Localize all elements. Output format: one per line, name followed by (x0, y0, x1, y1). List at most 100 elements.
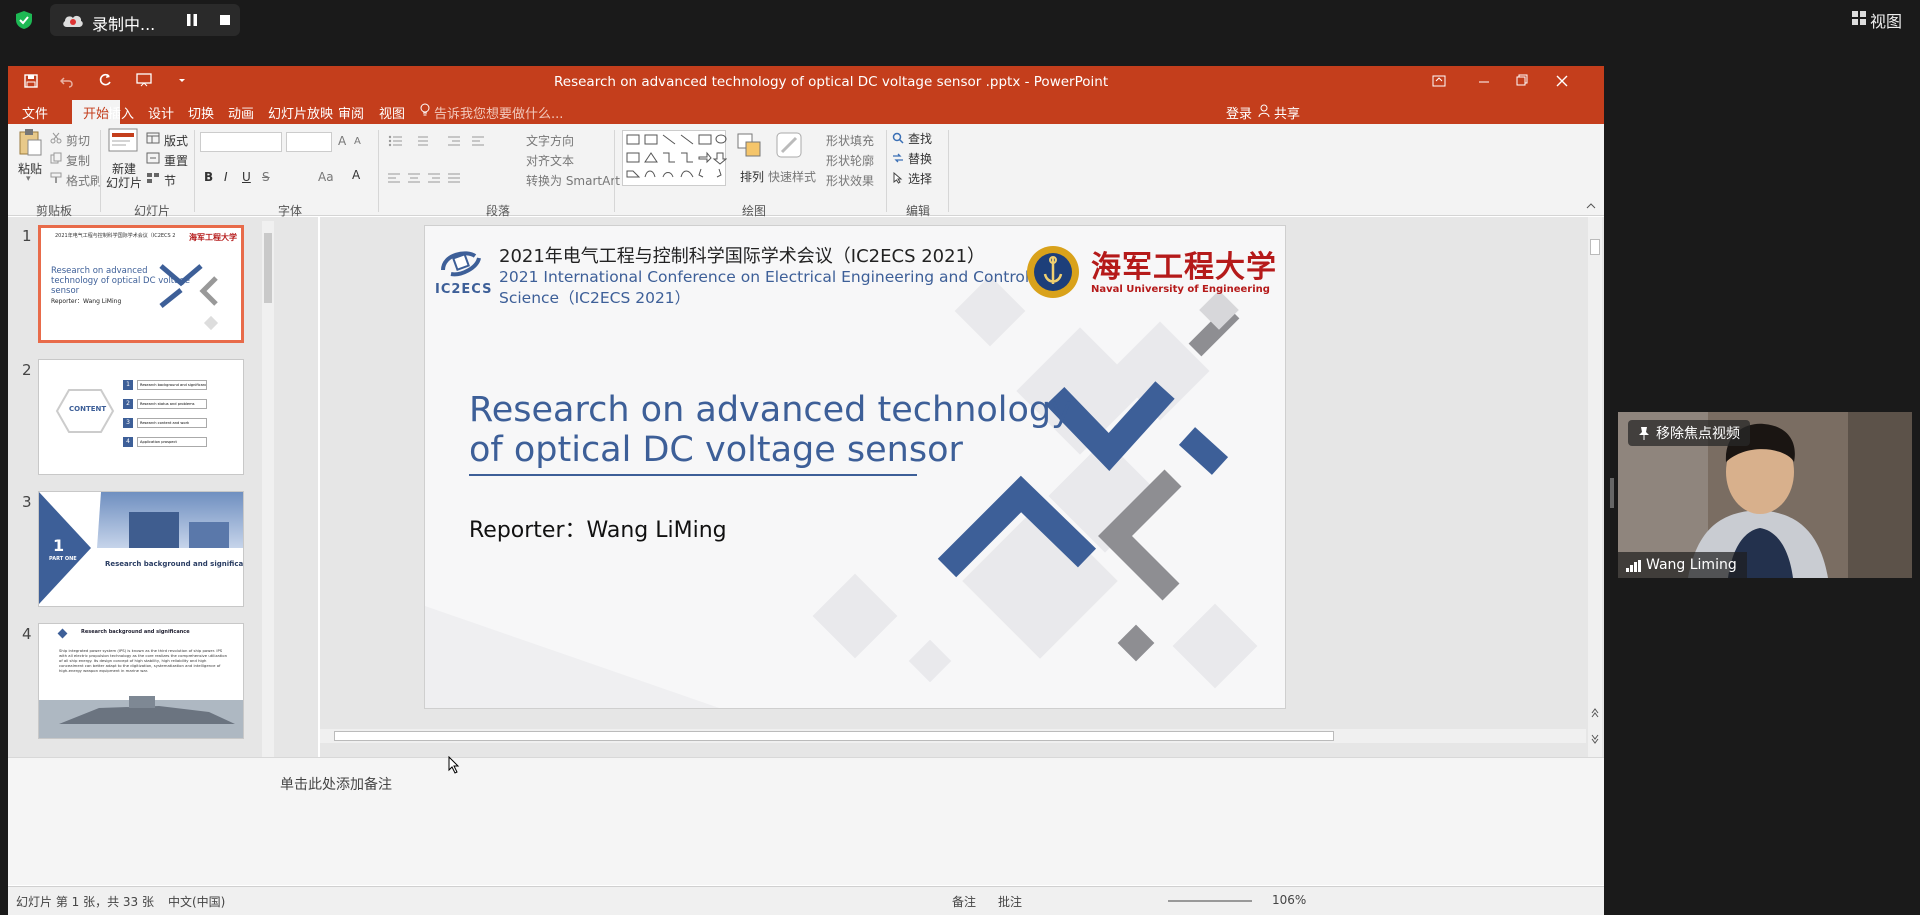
change-case-button[interactable]: Aa (318, 170, 334, 184)
recording-label: 录制中... (92, 15, 156, 34)
paste-icon[interactable] (18, 128, 42, 156)
collapse-ribbon-icon[interactable] (1586, 202, 1596, 210)
grow-font-button[interactable]: A (338, 134, 346, 148)
language-status[interactable]: 中文(中国) (168, 893, 225, 910)
login-link[interactable]: 登录 (1226, 103, 1252, 122)
list-buttons-icon[interactable] (388, 134, 508, 148)
font-color-button[interactable]: A (352, 168, 360, 182)
stop-recording-icon[interactable] (218, 13, 232, 27)
thumbnail-slide-1[interactable]: 2021年电气工程与控制科学国际学术会议（IC2ECS 2021） 海军工程大学… (38, 225, 244, 343)
text-direction-button[interactable]: 文字方向 (526, 132, 574, 149)
shape-effects-button[interactable]: 形状效果 (826, 172, 874, 189)
layout-button[interactable]: 版式 (164, 132, 188, 149)
resize-grip[interactable] (1610, 478, 1614, 508)
tab-insert[interactable]: 插入 (108, 103, 134, 122)
strikethrough-button[interactable]: S (262, 170, 270, 184)
thumbnail-slide-3[interactable]: 1 PART ONE Research background and signi… (38, 491, 244, 607)
find-button[interactable]: 查找 (908, 130, 932, 147)
thumb-number-3: 3 (22, 493, 32, 511)
thumb-number-1: 1 (22, 227, 32, 245)
close-icon[interactable] (1556, 75, 1568, 87)
shrink-font-button[interactable]: A (354, 136, 361, 147)
tab-review[interactable]: 审阅 (338, 103, 364, 122)
thumbnail-slide-4[interactable]: Research background and significance Shi… (38, 623, 244, 739)
shape-outline-button[interactable]: 形状轮廓 (826, 152, 874, 169)
thumbnail-slide-2[interactable]: CONTENT 1 Research background and signifi… (38, 359, 244, 475)
font-name-box[interactable] (200, 132, 282, 152)
horizontal-scroll-thumb[interactable] (334, 731, 1334, 741)
new-slide-icon[interactable] (108, 128, 138, 154)
tab-slideshow[interactable]: 幻灯片放映 (268, 103, 333, 122)
ribbon-display-options-icon[interactable] (1432, 75, 1446, 87)
slide-horizontal-scrollbar[interactable] (320, 729, 1586, 743)
align-text-button[interactable]: 对齐文本 (526, 152, 574, 169)
quick-styles-button[interactable]: 快速样式 (768, 168, 816, 185)
title-underline (469, 474, 917, 476)
vertical-scroll-thumb[interactable] (1590, 239, 1600, 255)
ic2ecs-logo-icon (441, 251, 481, 277)
shape-fill-button[interactable]: 形状填充 (826, 132, 874, 149)
tab-view[interactable]: 视图 (379, 103, 405, 122)
undo-icon[interactable] (60, 74, 74, 88)
italic-button[interactable]: I (224, 170, 228, 184)
title-bar: Research on advanced technology of optic… (8, 66, 1604, 98)
tell-me-search[interactable]: 告诉我您想要做什么... (434, 103, 563, 122)
select-button[interactable]: 选择 (908, 170, 932, 187)
tab-design[interactable]: 设计 (148, 103, 174, 122)
copy-button[interactable]: 复制 (66, 152, 90, 169)
convert-smartart-button[interactable]: 转换为 SmartArt (526, 172, 620, 189)
section-button[interactable]: 节 (164, 172, 176, 189)
save-icon[interactable] (24, 74, 38, 88)
pause-recording-icon[interactable] (185, 13, 199, 27)
cut-button[interactable]: 剪切 (66, 132, 90, 149)
agenda-item-4: 4 Application prospect (123, 437, 227, 456)
restore-icon[interactable] (1516, 74, 1528, 86)
font-size-box[interactable] (286, 132, 332, 152)
new-slide-label-2[interactable]: 幻灯片 (106, 174, 142, 191)
zoom-slider[interactable] (1168, 900, 1252, 902)
share-button[interactable]: 共享 (1274, 103, 1300, 122)
ribbon: 粘贴 ▾ 剪切 复制 格式刷 剪贴板 新建 幻灯片 版式 重置 节 幻灯片 A … (8, 124, 1604, 218)
notes-placeholder[interactable]: 单击此处添加备注 (280, 774, 392, 794)
tab-transitions[interactable]: 切换 (188, 103, 214, 122)
current-slide[interactable]: IC2ECS 2021年电气工程与控制科学国际学术会议（IC2ECS 2021）… (424, 225, 1286, 709)
remove-focus-video-button[interactable]: 移除焦点视频 (1628, 420, 1750, 446)
participant-video[interactable]: 移除焦点视频 Wang Liming (1618, 412, 1912, 578)
prev-next-slide-icon[interactable] (1591, 707, 1599, 747)
thumb-2-content-badge: CONTENT (69, 405, 107, 413)
comments-toggle[interactable]: 批注 (998, 893, 1022, 910)
participant-name: Wang Liming (1646, 557, 1737, 573)
zoom-level[interactable]: 106% (1272, 893, 1306, 907)
grid-view-icon (1852, 11, 1866, 25)
customize-qat-icon[interactable] (178, 76, 186, 84)
quick-styles-icon[interactable] (774, 130, 804, 160)
view-button[interactable]: 视图 (1870, 8, 1902, 32)
mouse-cursor-icon (448, 756, 460, 774)
format-painter-button[interactable]: 格式刷 (66, 172, 102, 189)
minimize-icon[interactable] (1478, 76, 1490, 88)
find-icon (892, 132, 904, 144)
underline-button[interactable]: U (242, 170, 251, 184)
tab-animations[interactable]: 动画 (228, 103, 254, 122)
notes-pane[interactable]: 单击此处添加备注 (8, 757, 1604, 885)
thumbnail-scroll-thumb[interactable] (264, 233, 272, 303)
replace-button[interactable]: 替换 (908, 150, 932, 167)
slide-title-line-2: of optical DC voltage sensor (469, 430, 963, 470)
shapes-gallery[interactable] (622, 130, 728, 186)
slide-count-status: 幻灯片 第 1 张，共 33 张 (16, 895, 154, 909)
reset-button[interactable]: 重置 (164, 152, 188, 169)
arrange-button[interactable]: 排列 (740, 168, 764, 185)
slide-vertical-scrollbar[interactable] (1588, 217, 1602, 757)
ribbon-tabs: 文件 开始 插入 设计 切换 动画 幻灯片放映 审阅 视图 告诉我您想要做什么.… (8, 98, 1604, 124)
arrange-icon[interactable] (736, 132, 764, 160)
security-shield-icon[interactable] (14, 10, 34, 30)
present-from-start-icon[interactable] (136, 73, 152, 87)
notes-toggle[interactable]: 备注 (952, 893, 976, 910)
bold-button[interactable]: B (204, 170, 213, 184)
recording-indicator: 录制中... (50, 4, 240, 36)
redo-icon[interactable] (98, 73, 112, 87)
alignment-buttons-icon[interactable] (388, 172, 508, 184)
tab-file[interactable]: 文件 (22, 103, 48, 122)
conference-title-en-2: Science（IC2ECS 2021） (499, 289, 691, 307)
agenda-item-3: 3 Research content and work (123, 418, 227, 437)
